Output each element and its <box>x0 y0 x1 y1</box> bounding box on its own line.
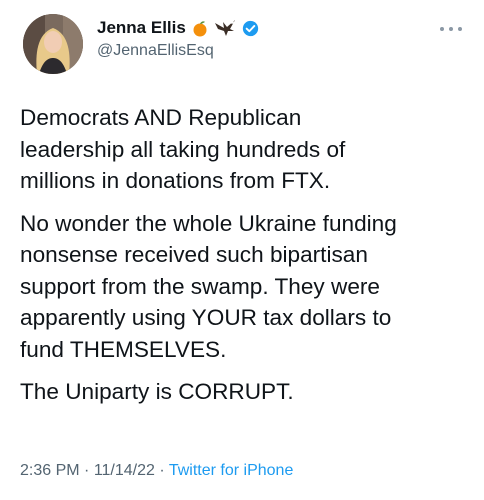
tweet-time[interactable]: 2:36 PM <box>20 462 80 479</box>
tweet-paragraph: The Uniparty is CORRUPT. <box>20 379 294 404</box>
tweet-text: Democrats AND Republican leadership all … <box>20 102 476 419</box>
peach-emoji-icon <box>192 20 208 37</box>
tweet-source-link[interactable]: Twitter for iPhone <box>169 462 294 479</box>
tweet-metadata: 2:36 PM · 11/14/22 · Twitter for iPhone <box>20 462 293 480</box>
more-dot <box>458 27 462 31</box>
meta-separator: · <box>79 462 94 479</box>
more-options-icon[interactable] <box>440 24 462 34</box>
meta-separator: · <box>154 462 169 479</box>
more-dot <box>440 27 444 31</box>
author-name-row: Jenna Ellis <box>97 17 259 39</box>
more-dot <box>449 27 453 31</box>
author-handle[interactable]: @JennaEllisEsq <box>97 42 214 60</box>
tweet-paragraph: Democrats AND Republican leadership all … <box>20 105 346 193</box>
tweet-paragraph: No wonder the whole Ukraine funding nons… <box>20 210 397 362</box>
avatar[interactable] <box>23 14 83 74</box>
eagle-emoji-icon <box>214 19 236 37</box>
tweet-date[interactable]: 11/14/22 <box>94 462 155 479</box>
display-name[interactable]: Jenna Ellis <box>97 18 186 38</box>
verified-badge-icon <box>242 20 259 37</box>
